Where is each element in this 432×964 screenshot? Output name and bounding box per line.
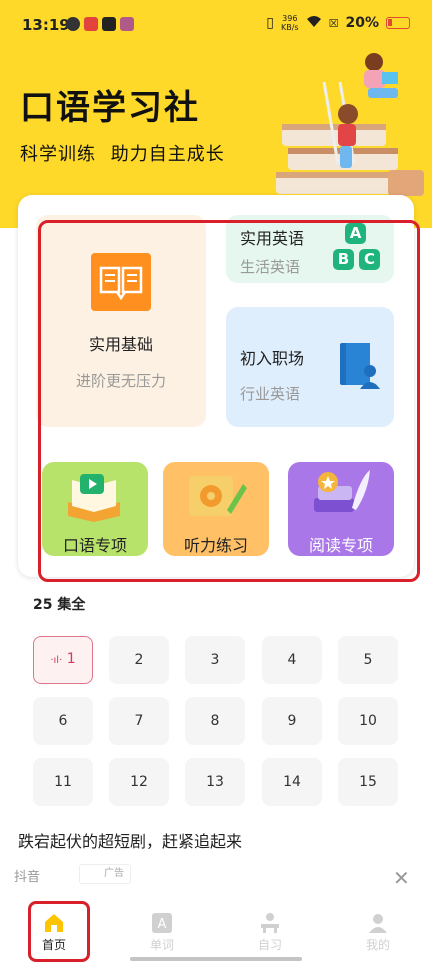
tab-mine[interactable]: 我的 <box>348 912 408 953</box>
episode-button[interactable]: 15 <box>338 758 398 806</box>
episode-button[interactable]: 14 <box>262 758 322 806</box>
episode-number: 1 <box>66 651 76 667</box>
app-notification-icon <box>66 17 80 31</box>
desk-study-icon <box>261 913 279 933</box>
ad-badge-label: 广告 <box>104 868 124 879</box>
tab-study[interactable]: 自习 <box>240 912 300 953</box>
episode-button[interactable]: 11 <box>33 758 93 806</box>
notification-icons <box>66 17 134 31</box>
episode-count: 25 集全 <box>33 597 86 613</box>
episode-button[interactable]: 12 <box>109 758 169 806</box>
episode-button[interactable]: 13 <box>185 758 245 806</box>
app-notification-icon <box>120 17 134 31</box>
app-notification-icon <box>102 17 116 31</box>
tab-words-label: 单词 <box>149 938 174 952</box>
episode-button[interactable]: 6 <box>33 697 93 745</box>
episode-button[interactable]: 2 <box>109 636 169 684</box>
net-speed-value: 396 <box>282 14 298 23</box>
ad-title[interactable]: 跌宕起伏的超短剧，赶紧追起来 <box>18 828 242 852</box>
episode-button[interactable]: 9 <box>262 697 322 745</box>
home-indicator <box>130 957 302 961</box>
app-subtitle: 科学训练 助力自主成长 <box>20 144 225 165</box>
highlight-box-categories <box>38 220 420 582</box>
ad-source: 抖音 <box>14 870 41 885</box>
svg-text:A: A <box>158 917 167 932</box>
status-right: ▯ 396 KB/s ☒ 20% <box>266 14 410 32</box>
battery-icon <box>386 17 410 29</box>
episode-button[interactable]: 5 <box>338 636 398 684</box>
episode-button[interactable]: 8 <box>185 697 245 745</box>
episode-button-1[interactable]: ·ıl· 1 <box>33 636 93 684</box>
vibrate-icon: ▯ <box>266 15 274 31</box>
ad-close-icon[interactable]: ✕ <box>393 866 410 890</box>
user-icon <box>369 914 387 933</box>
app-title: 口语学习社 <box>20 88 200 128</box>
status-time: 13:19 <box>22 16 70 34</box>
net-speed: 396 KB/s <box>281 14 299 32</box>
ad-badge: 广告 <box>79 864 131 884</box>
tab-words[interactable]: A 单词 <box>132 912 192 953</box>
episode-button[interactable]: 7 <box>109 697 169 745</box>
wifi-icon <box>306 15 322 32</box>
episode-button[interactable]: 4 <box>262 636 322 684</box>
tab-mine-label: 我的 <box>365 938 390 952</box>
highlight-box-home-tab <box>28 901 90 962</box>
episode-button[interactable]: 10 <box>338 697 398 745</box>
status-bar: 13:19 ▯ 396 KB/s ☒ 20% <box>0 0 432 48</box>
net-speed-unit: KB/s <box>281 23 299 32</box>
episode-button[interactable]: 3 <box>185 636 245 684</box>
hero-illustration <box>276 53 424 196</box>
playing-indicator-icon: ·ıl· <box>50 655 63 666</box>
battery-text: 20% <box>345 15 379 31</box>
sim-off-icon: ☒ <box>328 16 339 30</box>
letter-a-icon: A <box>152 913 172 933</box>
app-notification-icon <box>84 17 98 31</box>
tab-study-label: 自习 <box>257 938 282 952</box>
